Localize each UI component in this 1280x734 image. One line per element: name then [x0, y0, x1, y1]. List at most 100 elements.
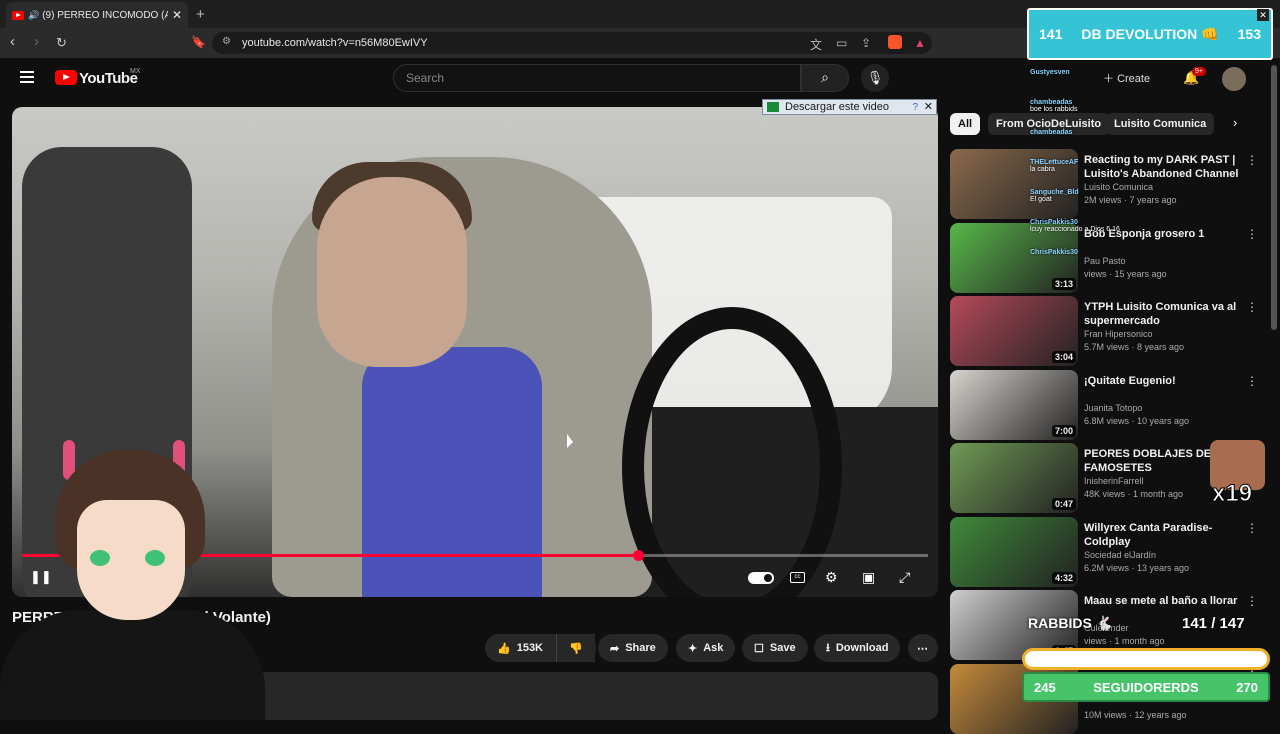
mic-icon[interactable]: 🎙 — [861, 64, 889, 92]
video-thumbnail[interactable]: 0:47 — [950, 443, 1078, 513]
duration-badge: 3:13 — [1051, 277, 1076, 290]
speaker-icon[interactable]: 🔊 — [28, 10, 39, 21]
create-button[interactable]: ＋ Create — [1103, 70, 1150, 86]
new-tab-button[interactable]: + — [196, 6, 205, 23]
region-code: MX — [130, 68, 141, 75]
sparkle-icon: ✦ — [688, 642, 698, 655]
recommendation-item[interactable]: 3:13 Bob Esponja grosero 1 Pau Pasto views … — [950, 222, 1270, 293]
menu-icon[interactable] — [20, 71, 34, 73]
video-meta: 5.7M views · 8 years ago — [1084, 342, 1185, 352]
captions-icon[interactable]: cc — [790, 572, 805, 583]
more-vert-icon[interactable]: ⋮ — [1246, 153, 1258, 167]
more-actions-button[interactable]: ⋯ — [908, 634, 938, 662]
goal-top-left: 141 — [1039, 26, 1063, 42]
recommendation-item[interactable]: Reacting to my DARK PAST | Luisito's Aba… — [950, 149, 1270, 219]
back-icon[interactable]: ‹ — [10, 33, 15, 50]
site-info-icon[interactable]: ⚙ — [222, 36, 231, 47]
overlay-close-icon[interactable]: ✕ — [1257, 9, 1269, 21]
chat-text: la cabra — [1030, 166, 1055, 173]
recommendation-title[interactable]: Reacting to my DARK PAST | Luisito's Aba… — [1084, 153, 1244, 181]
autoplay-toggle[interactable] — [748, 572, 774, 584]
channel-name[interactable]: InisherinFarrell — [1084, 476, 1144, 486]
close-tab-icon[interactable]: ✕ — [172, 8, 182, 22]
save-button[interactable]: ☐ Save — [742, 634, 808, 662]
progress-scrubber[interactable] — [633, 550, 645, 561]
more-vert-icon[interactable]: ⋮ — [1246, 594, 1258, 608]
scrollbar[interactable] — [1271, 65, 1277, 330]
video-thumbnail[interactable]: 3:13 — [950, 222, 1078, 293]
video-thumbnail[interactable]: 4:32 — [950, 516, 1078, 587]
video-thumbnail[interactable]: 3:04 — [950, 296, 1078, 366]
seg-label: SEGUIDORERDS — [1093, 679, 1199, 695]
url-bar[interactable]: youtube.com/watch?v=n56M80EwIVY — [212, 32, 932, 54]
thumbs-down-icon: 👎 — [569, 642, 583, 655]
recommendation-title[interactable]: ¡Quitate Eugenio! — [1084, 374, 1244, 388]
browser-tab[interactable]: 🔊 (9) PERREO INCÓMODO (Al Volante) ✕ — [6, 2, 188, 28]
video-meta: 48K views · 1 month ago — [1084, 489, 1184, 499]
chat-user: chambeadas — [1030, 129, 1073, 136]
download-label: Download — [835, 642, 889, 654]
search-input[interactable]: Search — [393, 64, 801, 92]
seg-left: 245 — [1034, 679, 1056, 695]
recommendation-item[interactable]: 7:00 ¡Quitate Eugenio! Juanita Totopo 6.8M … — [950, 369, 1270, 440]
rabbids-label: RABBIDS 🐇 — [1028, 615, 1114, 631]
dislike-button[interactable]: 👎 — [556, 634, 596, 662]
share-button[interactable]: ➦ Share — [598, 634, 668, 662]
download-button[interactable]: ⭳ Download — [814, 634, 901, 662]
vtuber-eye-left — [90, 550, 110, 566]
share-icon: ➦ — [610, 642, 620, 655]
chip-luisito[interactable]: Luisito Comunica — [1106, 113, 1215, 135]
miniplayer-icon[interactable]: ▣ — [862, 569, 875, 586]
help-icon[interactable]: ? — [912, 101, 918, 115]
chat-text: boe los rabbids — [1030, 106, 1078, 113]
settings-icon[interactable]: ⚙ — [825, 569, 838, 586]
channel-name[interactable]: Pau Pasto — [1084, 256, 1126, 266]
youtube-logo-text[interactable]: YouTube — [79, 70, 138, 87]
channel-name[interactable]: Juanita Totopo — [1084, 403, 1142, 413]
cast-icon[interactable]: ▭ — [836, 36, 847, 50]
channel-name[interactable]: Luisito Comunica — [1084, 182, 1153, 192]
recommendation-title[interactable]: Maau se mete al baño a llorar — [1084, 594, 1244, 608]
brave-shield-icon[interactable] — [888, 35, 902, 49]
chip-all[interactable]: All — [950, 113, 981, 135]
thumbs-up-icon: 👍 — [497, 642, 511, 655]
recommendation-item[interactable]: 4:32 Willyrex Canta Paradise- Coldplay Soc… — [950, 516, 1270, 587]
chat-message: Gustyesven — [1030, 69, 1070, 76]
channel-name[interactable]: Fran Hipersonico — [1084, 329, 1153, 339]
fullscreen-icon[interactable]: ⤢ — [899, 569, 910, 586]
chat-user: ChrisPakkis30 — [1030, 219, 1078, 226]
translate-icon[interactable]: 文 — [810, 36, 822, 53]
ask-button[interactable]: ✦ Ask — [676, 634, 736, 662]
save-label: Save — [769, 642, 796, 654]
chat-user: Gustyesven — [1030, 69, 1070, 76]
more-vert-icon[interactable]: ⋮ — [1246, 300, 1258, 314]
youtube-logo-icon[interactable] — [55, 70, 77, 85]
chevron-right-icon[interactable]: › — [1233, 115, 1237, 130]
video-meta: 6.2M views · 13 years ago — [1084, 562, 1190, 573]
channel-name[interactable]: Sociedad elJardín — [1084, 550, 1156, 560]
share-page-icon[interactable]: ⇪ — [861, 36, 871, 50]
more-vert-icon[interactable]: ⋮ — [1246, 374, 1258, 388]
close-overlay-icon[interactable]: ✕ — [924, 100, 933, 114]
rewards-icon[interactable]: ▲ — [914, 36, 926, 50]
download-overlay-label: Descargar este video — [785, 101, 889, 113]
avatar[interactable] — [1222, 67, 1246, 91]
video-meta: views · 15 years ago — [1084, 268, 1167, 279]
chat-message: ChrisPakkis30 — [1030, 249, 1078, 256]
vtuber-avatar — [0, 440, 265, 720]
recommendation-item[interactable]: 3:04 YTPH Luisito Comunica va al supermer… — [950, 296, 1270, 366]
video-thumbnail[interactable]: 7:00 — [950, 369, 1078, 440]
video-frame-shirt — [362, 347, 542, 597]
recommendation-title[interactable]: Willyrex Canta Paradise- Coldplay — [1084, 521, 1244, 549]
chat-text: El goat — [1030, 196, 1052, 203]
forward-icon[interactable]: › — [34, 33, 39, 50]
vtuber-jacket — [0, 610, 265, 720]
bookmark-icon[interactable]: 🔖 — [191, 35, 206, 49]
search-button[interactable]: ⌕ — [801, 64, 849, 92]
more-vert-icon[interactable]: ⋮ — [1246, 227, 1258, 241]
download-video-overlay[interactable]: Descargar este video ? ✕ — [762, 99, 937, 115]
recommendation-title[interactable]: YTPH Luisito Comunica va al supermercado — [1084, 300, 1244, 328]
reload-icon[interactable]: ↻ — [56, 35, 67, 51]
chat-message: chambeadas — [1030, 129, 1072, 136]
more-vert-icon[interactable]: ⋮ — [1246, 521, 1258, 535]
